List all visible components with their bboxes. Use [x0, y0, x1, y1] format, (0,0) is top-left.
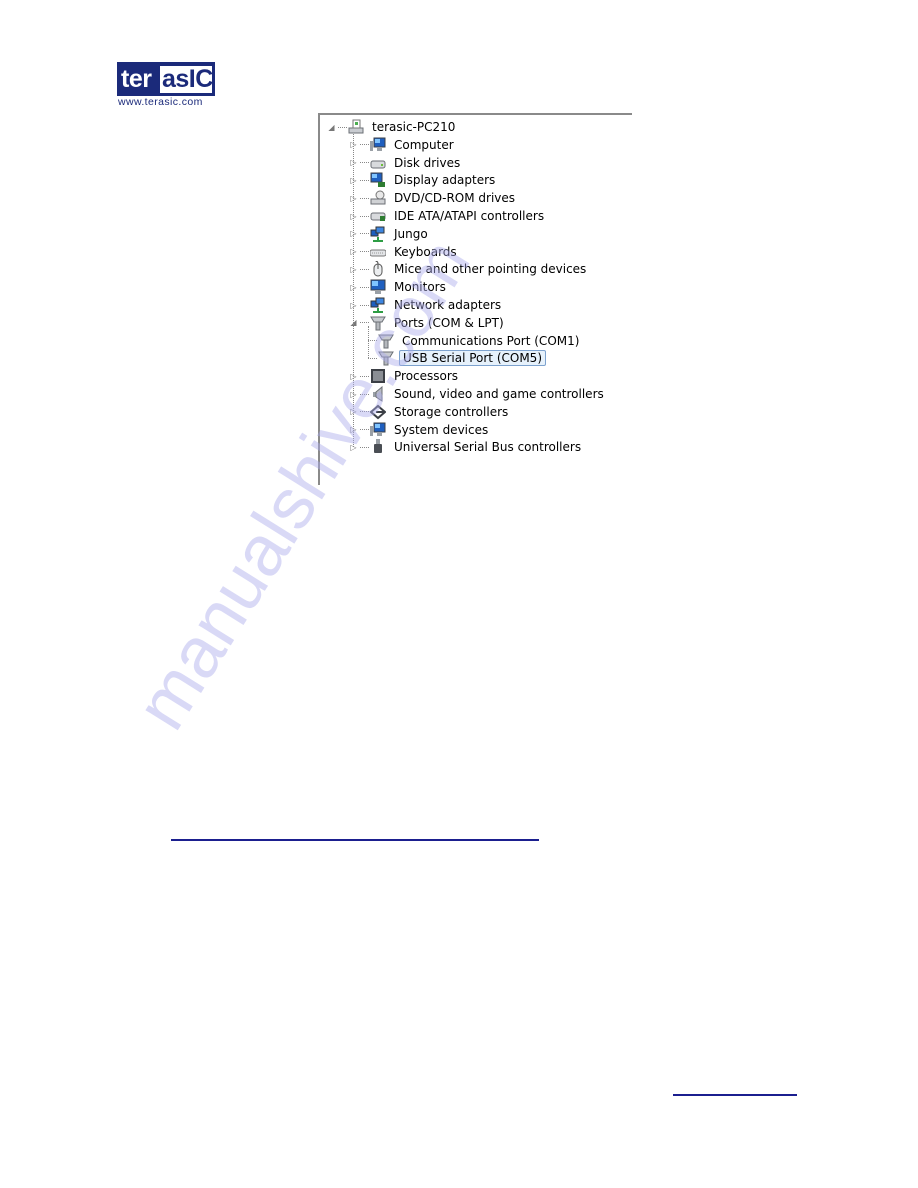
- tree-item-label: Mice and other pointing devices: [394, 262, 587, 277]
- tree-item-label: Ports (COM & LPT): [394, 315, 504, 330]
- tree-item-label: Processors: [394, 369, 459, 384]
- tree-connector: [360, 286, 369, 288]
- disk-drive-icon: [370, 155, 386, 171]
- terasic-logo: ter asIC www.terasic.com: [117, 62, 215, 108]
- logo-url: www.terasic.com: [118, 96, 203, 108]
- tree-item-label: Monitors: [394, 280, 446, 295]
- tree-connector: [360, 233, 369, 235]
- port-icon: [370, 315, 386, 331]
- tree-item[interactable]: ▷ Display adapters: [349, 171, 498, 189]
- tree-item[interactable]: ▷ Processors: [349, 367, 461, 385]
- monitor-icon: [370, 279, 386, 295]
- tree-item[interactable]: ▷ System devices: [349, 421, 491, 439]
- tree-connector: [360, 144, 369, 146]
- device-manager-tree-panel: ◢ terasic-PC210 ▷ Computer ▷ Disk drives ▷ Disp…: [318, 113, 632, 485]
- dvd-drive-icon: [370, 190, 386, 206]
- tree-item-label: Universal Serial Bus controllers: [394, 440, 582, 455]
- storage-icon: [369, 404, 387, 420]
- tree-connector: [360, 375, 369, 377]
- tree-connector: [360, 393, 369, 395]
- keyboard-icon: [369, 244, 387, 260]
- computer-icon: [370, 422, 386, 438]
- hyperlink-underline[interactable]: [171, 839, 539, 841]
- tree-item[interactable]: ▷ Monitors: [349, 278, 449, 296]
- network-icon: [370, 226, 386, 242]
- tree-connector-line: [368, 325, 369, 359]
- tree-item-label: terasic-PC210: [372, 120, 456, 134]
- tree-connector: [360, 162, 369, 164]
- tree-item-label: Computer: [394, 137, 454, 152]
- tree-item[interactable]: ▷ Storage controllers: [349, 403, 511, 421]
- usb-icon: [370, 439, 386, 455]
- tree-connector: [360, 411, 369, 413]
- tree-item-label: DVD/CD-ROM drives: [394, 191, 516, 206]
- tree-item-label: Storage controllers: [394, 404, 509, 419]
- tree-connector: [360, 322, 369, 324]
- computer-root-icon: [348, 119, 364, 135]
- speaker-icon: [370, 385, 386, 402]
- tree-item-label: System devices: [394, 422, 489, 437]
- tree-connector: [360, 304, 369, 306]
- display-adapter-icon: [370, 172, 386, 188]
- tree-item[interactable]: ▷ Mice and other pointing devices: [349, 260, 589, 278]
- device-tree: ◢ terasic-PC210 ▷ Computer ▷ Disk drives ▷ Disp…: [320, 115, 632, 485]
- tree-item-label: Jungo: [394, 226, 428, 241]
- tree-connector: [360, 179, 369, 181]
- tree-item-label: USB Serial Port (COM5): [399, 350, 546, 367]
- computer-icon: [370, 137, 386, 153]
- tree-connector: [360, 251, 369, 253]
- tree-connector: [360, 429, 369, 431]
- tree-item[interactable]: ◢ Ports (COM & LPT): [349, 314, 507, 332]
- tree-connector: [360, 446, 369, 448]
- tree-item-label: Communications Port (COM1): [402, 333, 580, 348]
- logo-text-left: ter: [121, 65, 152, 93]
- tree-root[interactable]: ◢ terasic-PC210: [327, 118, 458, 136]
- tree-child-item[interactable]: Communications Port (COM1): [368, 332, 582, 350]
- tree-item[interactable]: ▷ Keyboards: [349, 243, 460, 261]
- footer-link-underline[interactable]: [673, 1094, 797, 1096]
- tree-connector: [360, 215, 369, 217]
- tree-item[interactable]: ▷ Jungo: [349, 225, 431, 243]
- port-icon: [378, 333, 394, 349]
- logo-text-right: asIC: [162, 65, 213, 93]
- tree-item[interactable]: ▷ Computer: [349, 136, 457, 154]
- mouse-icon: [370, 261, 386, 277]
- tree-connector: [338, 126, 347, 128]
- tree-item[interactable]: ▷ Universal Serial Bus controllers: [349, 438, 584, 456]
- tree-connector-line: [353, 134, 354, 448]
- tree-item-label: Keyboards: [394, 244, 457, 259]
- ide-controller-icon: [370, 208, 386, 224]
- tree-item-label: Sound, video and game controllers: [394, 387, 604, 401]
- tree-item-label: Display adapters: [394, 173, 496, 188]
- tree-item[interactable]: ▷ Disk drives: [349, 154, 463, 172]
- collapse-arrow-icon[interactable]: ◢: [327, 123, 336, 132]
- tree-item[interactable]: ▷ IDE ATA/ATAPI controllers: [349, 207, 547, 225]
- tree-item[interactable]: ▷ DVD/CD-ROM drives: [349, 189, 518, 207]
- processor-icon: [370, 368, 386, 384]
- network-icon: [370, 297, 386, 313]
- tree-item-selected[interactable]: USB Serial Port (COM5): [368, 349, 546, 367]
- tree-item[interactable]: ▷ Network adapters: [349, 296, 504, 314]
- port-icon: [378, 350, 394, 366]
- tree-connector: [360, 197, 369, 199]
- tree-connector: [360, 268, 369, 270]
- tree-item[interactable]: ▷ Sound, video and game controllers: [349, 385, 607, 403]
- tree-connector: [368, 340, 377, 342]
- tree-connector: [368, 357, 377, 359]
- tree-item-label: Disk drives: [394, 155, 461, 170]
- tree-item-label: IDE ATA/ATAPI controllers: [394, 209, 545, 223]
- tree-item-label: Network adapters: [394, 298, 502, 312]
